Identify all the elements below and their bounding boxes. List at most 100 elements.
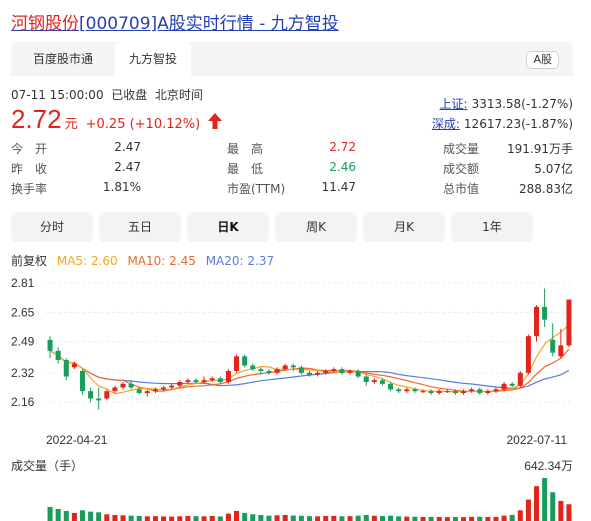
candle-body (428, 391, 434, 393)
volume-bar (282, 514, 288, 521)
index-label-sz[interactable]: 深成: (432, 117, 460, 131)
period-button-weekly-k[interactable]: 周K (275, 212, 357, 242)
candle-body (128, 383, 134, 388)
volume-bar (558, 500, 564, 521)
candle-body (79, 371, 85, 392)
page-title[interactable]: 河钢股份[000709]A股实时行情 - 九方智投 (11, 9, 339, 34)
volume-bar (201, 516, 207, 521)
candle-body (193, 380, 199, 382)
tab-jiufang[interactable]: 九方智投 (115, 42, 191, 76)
candle-body (250, 365, 256, 370)
volume-bar (242, 512, 248, 521)
candle-body (242, 356, 248, 366)
title-rest[interactable]: [000709]A股实时行情 - 九方智投 (79, 14, 339, 34)
volume-bar (96, 512, 102, 521)
candle-body (144, 391, 150, 393)
price-unit: 元 (64, 117, 78, 132)
volume-bar (339, 516, 345, 521)
candle-body (339, 369, 345, 373)
volume-bar (47, 506, 53, 521)
stat-label-low: 最 低 (227, 162, 264, 176)
candle-body (298, 367, 304, 373)
tab-baidu-stock[interactable]: 百度股市通 (11, 42, 115, 76)
stat-value-market-cap: 288.83亿 (519, 182, 573, 196)
volume-bar (104, 514, 110, 521)
candle-body (388, 383, 394, 390)
candle-body (371, 380, 377, 382)
price-change: +0.25 (+10.12%) (85, 117, 201, 132)
period-button-daily-k[interactable]: 日K (187, 212, 269, 242)
volume-bar (290, 515, 296, 521)
ma5-label: MA5: 2.60 (56, 254, 118, 268)
stat-label-turnover-rate: 换手率 (11, 182, 48, 196)
volume-bar (404, 516, 410, 521)
candle-body (534, 306, 540, 337)
index-label-sh[interactable]: 上证: (440, 97, 468, 111)
volume-bar (258, 514, 264, 521)
period-button-1year[interactable]: 1年 (451, 212, 533, 242)
volume-bar (161, 516, 167, 521)
candle-body (558, 345, 564, 357)
candle-body (185, 380, 191, 382)
candle-body (225, 371, 231, 382)
stock-name[interactable]: 河钢股份 (11, 14, 79, 34)
candle-body (404, 389, 410, 392)
candle-body (96, 398, 102, 401)
volume-bar (112, 514, 118, 521)
x-tick-label: 2022-04-21 (46, 433, 108, 447)
volume-bar (55, 508, 61, 521)
volume-bar (542, 478, 548, 521)
candle-body (436, 391, 442, 393)
up-arrow-icon (208, 113, 223, 133)
volume-bar (485, 516, 491, 521)
volume-bar (452, 516, 458, 521)
volume-bar (371, 515, 377, 521)
candle-body (363, 376, 369, 382)
candle-body (566, 299, 572, 346)
y-tick-label: 2.32 (11, 366, 35, 380)
candle-body (306, 372, 313, 375)
adjust-mode-label[interactable]: 前复权 (11, 254, 47, 268)
index-shenzhen: 深成: 12617.23(-1.87%) (432, 115, 573, 132)
candle-body (282, 365, 288, 370)
volume-bar (428, 516, 434, 521)
volume-bar (315, 516, 321, 521)
candle-body (485, 391, 491, 393)
stat-label-volume: 成交量 (443, 142, 480, 156)
stat-value-low: 2.46 (329, 160, 356, 174)
candle-body (55, 350, 61, 360)
candle-body (323, 371, 329, 373)
candle-body (396, 389, 402, 392)
stat-value-open: 2.47 (114, 140, 141, 154)
volume-bar (355, 515, 361, 521)
candle-body (355, 371, 361, 377)
y-tick-label: 2.49 (11, 335, 35, 349)
candle-body (493, 389, 499, 392)
candle-body (266, 371, 272, 373)
volume-bar (396, 516, 402, 521)
source-tabbar: 百度股市通 九方智投 A股 (11, 42, 573, 76)
quote-time-line: 07-11 15:00:00 已收盘 北京时间 (11, 86, 203, 103)
period-button-intraday[interactable]: 分时 (11, 212, 93, 242)
x-tick-label: 2022-07-11 (507, 433, 568, 447)
candle-body (201, 380, 207, 382)
candle-body (258, 369, 264, 371)
timezone-label: 北京时间 (154, 88, 203, 102)
kline-chart[interactable]: 2.81 2.65 2.49 2.32 2.16 2022-04-21 2022-07-11… (0, 270, 591, 521)
stat-value-high: 2.72 (329, 140, 356, 154)
stat-value-pe: 11.47 (321, 180, 356, 194)
volume-bar (136, 515, 142, 521)
volume-label: 成交量（手） (11, 458, 83, 473)
candle-body (161, 387, 167, 390)
stat-value-prevclose: 2.47 (114, 160, 141, 174)
ma5-line (49, 324, 570, 395)
candle-body (331, 369, 337, 371)
period-button-monthly-k[interactable]: 月K (363, 212, 445, 242)
volume-bar (169, 516, 175, 521)
period-button-5day[interactable]: 五日 (99, 212, 181, 242)
candle-body (152, 389, 158, 392)
stats-row: 今 开 2.47 最 高 2.72 成交量 191.91万手 (11, 140, 573, 160)
stat-value-turnover-amount: 5.07亿 (534, 162, 573, 176)
y-tick-label: 2.16 (11, 395, 35, 409)
candle-body (88, 391, 94, 399)
